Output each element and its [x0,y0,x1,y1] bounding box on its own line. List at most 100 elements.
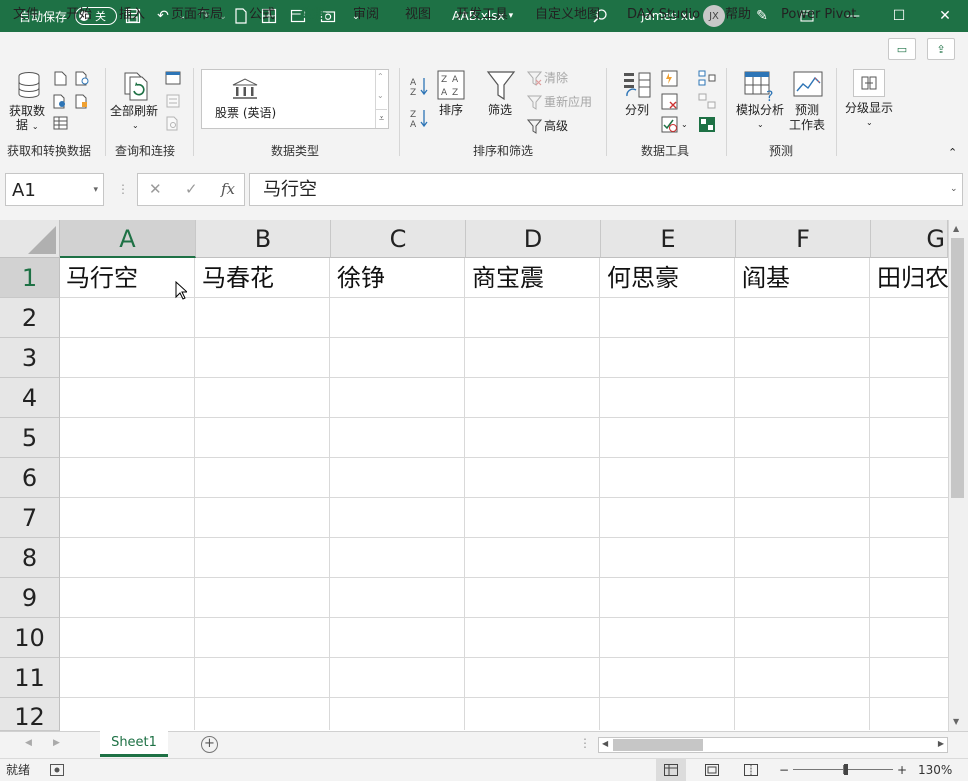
forecast-label-2[interactable]: 工作表 [789,118,825,133]
name-box[interactable]: A1 ▾ [5,173,104,206]
fx-icon[interactable]: fx [221,180,235,198]
what-if-icon[interactable]: ? [744,70,776,102]
refresh-all-label[interactable]: 全部刷新 [110,104,158,119]
formula-bar-handle-icon[interactable]: ⋮ [117,182,129,197]
what-if-dropdown-icon[interactable]: ⌄ [757,117,764,132]
cell-d1[interactable]: 商宝震 [466,258,601,298]
from-text-icon[interactable] [52,70,68,86]
relationships-icon[interactable] [697,92,717,110]
column-header-g[interactable]: G [871,220,948,258]
normal-view-icon[interactable] [656,759,686,781]
outline-label[interactable]: 分级显示 [845,101,893,116]
undo-icon[interactable]: ↶ [155,8,171,24]
cell-grid[interactable]: 马行空 马春花 徐铮 商宝震 何思豪 阎基 田归农 [60,258,948,730]
zoom-slider[interactable] [793,759,893,781]
column-header-e[interactable]: E [601,220,736,258]
row-header-3[interactable]: 3 [0,338,60,378]
cell-c1[interactable]: 徐铮 [331,258,466,298]
clear-label[interactable]: 清除 [544,71,568,86]
consolidate-icon[interactable] [697,69,717,87]
row-header-12[interactable]: 12 [0,698,60,731]
close-icon[interactable]: ✕ [922,0,968,32]
column-header-c[interactable]: C [331,220,466,258]
row-header-10[interactable]: 10 [0,618,60,658]
share-icon[interactable]: ⇪ [927,38,955,60]
properties-icon[interactable] [164,93,182,109]
tab-home[interactable]: 开始 [66,0,92,30]
tab-file[interactable]: 文件 [13,0,39,30]
row-header-2[interactable]: 2 [0,298,60,338]
flash-fill-icon[interactable] [660,69,678,87]
collapse-ribbon-icon[interactable]: ⌃ [948,145,957,160]
sort-label[interactable]: 排序 [439,103,463,118]
select-all-corner[interactable] [0,220,60,258]
recent-sources-icon[interactable] [74,70,90,86]
column-header-b[interactable]: B [196,220,331,258]
gallery-scroll[interactable]: ⌃ ⌄ ⩡ [375,70,388,128]
database-icon[interactable] [14,70,44,102]
advanced-label[interactable]: 高级 [544,119,568,134]
enter-icon[interactable]: ✓ [185,180,198,198]
formula-input[interactable]: 马行空 [249,173,963,206]
outline-icon[interactable] [853,69,885,97]
tab-formulas[interactable]: 公式 [249,0,275,30]
text-to-columns-icon[interactable] [621,70,653,100]
document-icon[interactable] [233,8,249,24]
data-validation-icon[interactable] [660,115,678,133]
vertical-scroll-thumb[interactable] [951,238,964,498]
refresh-dropdown-icon[interactable]: ⌄ [132,118,139,133]
what-if-label[interactable]: 模拟分析 [736,103,784,118]
horizontal-scroll-thumb[interactable] [613,739,703,751]
forecast-label-1[interactable]: 预测 [795,103,819,118]
column-header-d[interactable]: D [466,220,601,258]
existing-connections-icon[interactable] [74,93,90,109]
tab-splitter-icon[interactable]: ⋮ [579,736,591,750]
data-validation-dropdown-icon[interactable]: ⌄ [681,117,688,132]
tab-insert[interactable]: 插入 [119,0,145,30]
column-header-a[interactable]: A [60,220,196,258]
advanced-filter-icon[interactable] [526,118,542,134]
edit-links-icon[interactable] [164,115,182,131]
clear-icon[interactable] [526,70,542,86]
data-type-gallery[interactable]: 股票 (英语) ⌃ ⌄ ⩡ [201,69,389,129]
filter-icon[interactable] [485,70,517,102]
text-to-columns-label[interactable]: 分列 [625,103,649,118]
zoom-in-icon[interactable]: + [897,759,907,781]
pen-icon[interactable]: ✎ [754,8,770,24]
column-header-f[interactable]: F [736,220,871,258]
tab-page-layout[interactable]: 页面布局 [171,0,223,30]
row-header-8[interactable]: 8 [0,538,60,578]
cell-g1[interactable]: 田归农 [871,258,948,298]
row-header-4[interactable]: 4 [0,378,60,418]
cell-e1[interactable]: 何思豪 [601,258,736,298]
refresh-all-icon[interactable] [120,70,152,104]
tab-help[interactable]: 帮助 [725,0,751,30]
reapply-icon[interactable] [526,94,542,110]
sort-icon[interactable]: ZAAZ [437,70,465,100]
forecast-sheet-icon[interactable] [792,70,824,100]
tab-view[interactable]: 视图 [405,0,431,30]
cell-b1[interactable]: 马春花 [196,258,331,298]
prev-sheet-icon[interactable]: ◀ [25,738,32,748]
expand-formula-icon[interactable]: ⌄ [950,182,958,197]
tab-dax-studio[interactable]: DAX Studio [627,0,700,30]
add-sheet-icon[interactable]: + [201,736,218,753]
row-header-1[interactable]: 1 [0,258,60,298]
row-header-11[interactable]: 11 [0,658,60,698]
zoom-level[interactable]: 130% [918,759,952,781]
queries-connections-icon[interactable] [164,70,182,86]
from-web-icon[interactable] [52,93,68,109]
maximize-icon[interactable]: ☐ [876,0,922,32]
tab-power-pivot[interactable]: Power Pivot [781,0,856,30]
filter-label[interactable]: 筛选 [488,103,512,118]
get-data-label-2[interactable]: 据 ⌄ [16,118,39,134]
tab-data[interactable]: 数据 [300,0,327,30]
sheet-tab-sheet1[interactable]: Sheet1 [100,731,168,757]
cell-f1[interactable]: 阎基 [736,258,871,298]
sort-ascending-icon[interactable]: AZ [409,76,429,96]
reapply-label[interactable]: 重新应用 [544,95,592,110]
tab-custom-map[interactable]: 自定义地图 [535,0,600,30]
page-break-view-icon[interactable] [744,759,758,781]
macro-record-icon[interactable] [50,759,64,781]
tab-developer[interactable]: 开发工具 [456,0,508,30]
